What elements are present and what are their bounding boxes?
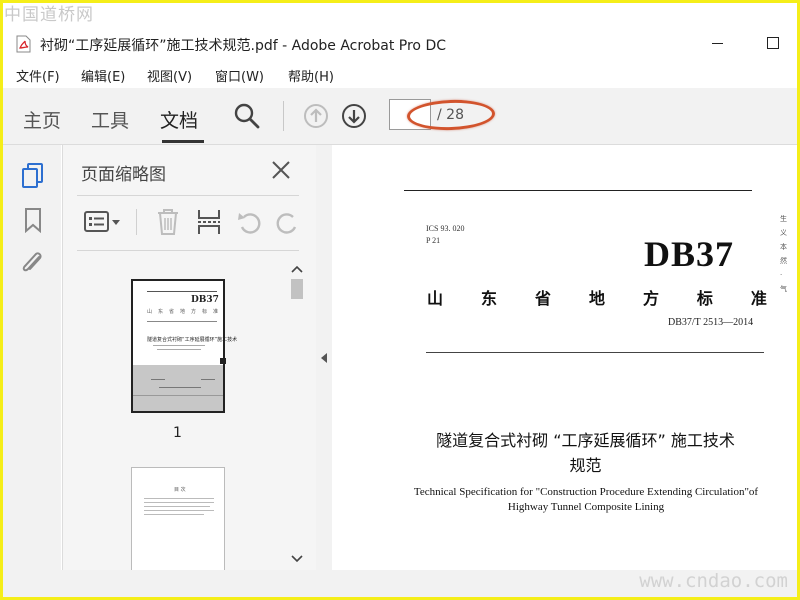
previous-page-icon[interactable] xyxy=(303,103,329,129)
thumb-db-code: DB37 xyxy=(191,295,219,305)
menu-bar: 文件(F) 编辑(E) 视图(V) 窗口(W) 帮助(H) xyxy=(0,62,800,86)
bookmark-icon[interactable] xyxy=(23,207,43,233)
menu-file[interactable]: 文件(F) xyxy=(16,66,60,85)
title-cn-line: 隧道复合式衬砌 “工序延展循环” 施工技术 xyxy=(436,431,735,450)
standard-category: 山 东 省 地 方 标 准 xyxy=(427,285,767,309)
close-icon[interactable] xyxy=(270,159,292,181)
menu-edit[interactable]: 编辑(E) xyxy=(81,66,125,85)
side-char: 义 xyxy=(780,229,787,237)
thumbnail-page-number: 1 xyxy=(173,425,182,441)
panel-title: 页面缩略图 xyxy=(81,165,166,185)
document-title-cn: 隧道复合式衬砌 “工序延展循环” 施工技术 规范 xyxy=(414,428,757,478)
resize-handle[interactable] xyxy=(220,358,226,364)
pdf-file-icon xyxy=(16,35,31,53)
side-char: 本 xyxy=(780,243,787,251)
watermark-site-name: 中国道桥网 xyxy=(4,5,94,25)
options-menu-icon[interactable] xyxy=(83,210,123,234)
thumbnail-list: DB37 山东省地方标准 隧道复合式衬砌“工序延展循环”施工技术 1 目 次 xyxy=(63,259,288,570)
document-view[interactable]: ICS 93. 020 P 21 DB37 山 东 省 地 方 标 准 DB37… xyxy=(332,145,797,570)
collapse-arrow-icon[interactable] xyxy=(319,352,329,364)
title-en-line: Technical Specification for "Constructio… xyxy=(413,486,759,498)
scrollbar-thumb[interactable] xyxy=(291,279,303,299)
page-thumbnails-icon[interactable] xyxy=(19,161,47,189)
category-char: 方 xyxy=(642,289,659,308)
side-char: 生 xyxy=(780,215,787,223)
toolbar-separator xyxy=(283,101,284,131)
thumbnail-viewport-shade xyxy=(133,365,223,411)
classification-code: P 21 xyxy=(426,236,441,245)
scroll-up-icon[interactable] xyxy=(291,265,303,273)
middle-rule xyxy=(426,352,764,353)
document-title-en: Technical Specification for "Constructio… xyxy=(404,485,768,515)
category-char: 准 xyxy=(750,289,767,308)
next-page-icon[interactable] xyxy=(341,103,367,129)
minimize-button[interactable] xyxy=(712,43,723,44)
title-cn-line: 规范 xyxy=(569,456,602,475)
tab-home[interactable]: 主页 xyxy=(23,106,61,133)
page-thumbnail-1[interactable]: DB37 山东省地方标准 隧道复合式衬砌“工序延展循环”施工技术 xyxy=(131,279,237,413)
category-char: 地 xyxy=(588,289,605,308)
tab-document[interactable]: 文档 xyxy=(160,106,198,133)
navigation-rail xyxy=(3,145,61,570)
side-char: · xyxy=(780,271,783,279)
menu-help[interactable]: 帮助(H) xyxy=(288,66,334,85)
thumbnail-scrollbar[interactable] xyxy=(288,259,306,570)
scroll-down-icon[interactable] xyxy=(291,555,303,563)
header-rule xyxy=(404,190,752,191)
menu-view[interactable]: 视图(V) xyxy=(147,66,192,85)
window-title: 衬砌“工序延展循环”施工技术规范.pdf - Adobe Acrobat Pro… xyxy=(40,38,447,54)
tab-tools[interactable]: 工具 xyxy=(91,106,129,133)
extract-pages-icon[interactable] xyxy=(196,208,222,236)
standard-prefix: DB37 xyxy=(644,234,735,274)
panel-collapse-handle[interactable] xyxy=(316,145,332,570)
side-char: 然 xyxy=(780,257,787,265)
side-margin-text: 生 义 本 然 · 气 xyxy=(780,212,790,296)
attachment-icon[interactable] xyxy=(19,249,47,279)
ics-code: ICS 93. 020 xyxy=(426,224,465,233)
maximize-button[interactable] xyxy=(767,37,779,49)
watermark-site-url: www.cndao.com xyxy=(639,570,788,592)
search-icon[interactable] xyxy=(234,103,260,129)
category-char: 标 xyxy=(696,289,713,308)
menu-window[interactable]: 窗口(W) xyxy=(215,66,264,85)
page-thumbnails-panel: 页面缩略图 DB37 山东省地方标准 隧道复合式衬砌“工序延展循环”施工技术 1… xyxy=(62,145,317,570)
title-bar: 衬砌“工序延展循环”施工技术规范.pdf - Adobe Acrobat Pro… xyxy=(0,28,800,60)
category-char: 山 xyxy=(427,289,444,308)
panel-divider xyxy=(77,195,299,196)
active-tab-indicator xyxy=(162,140,204,143)
standard-number: DB37/T 2513—2014 xyxy=(668,317,754,328)
delete-icon[interactable] xyxy=(155,208,181,236)
page-thumbnail-2[interactable]: 目 次 xyxy=(131,467,225,570)
main-toolbar: 主页 工具 文档 / 28 xyxy=(3,88,797,145)
category-char: 省 xyxy=(534,289,551,308)
title-en-line: Highway Tunnel Composite Lining xyxy=(507,501,665,513)
category-char: 东 xyxy=(480,289,497,308)
rotate-right-icon[interactable] xyxy=(275,209,299,235)
panel-divider-lower xyxy=(77,250,299,251)
rotate-left-icon[interactable] xyxy=(236,209,264,235)
panel-tool-separator xyxy=(136,209,137,235)
side-char: 气 xyxy=(780,285,787,293)
